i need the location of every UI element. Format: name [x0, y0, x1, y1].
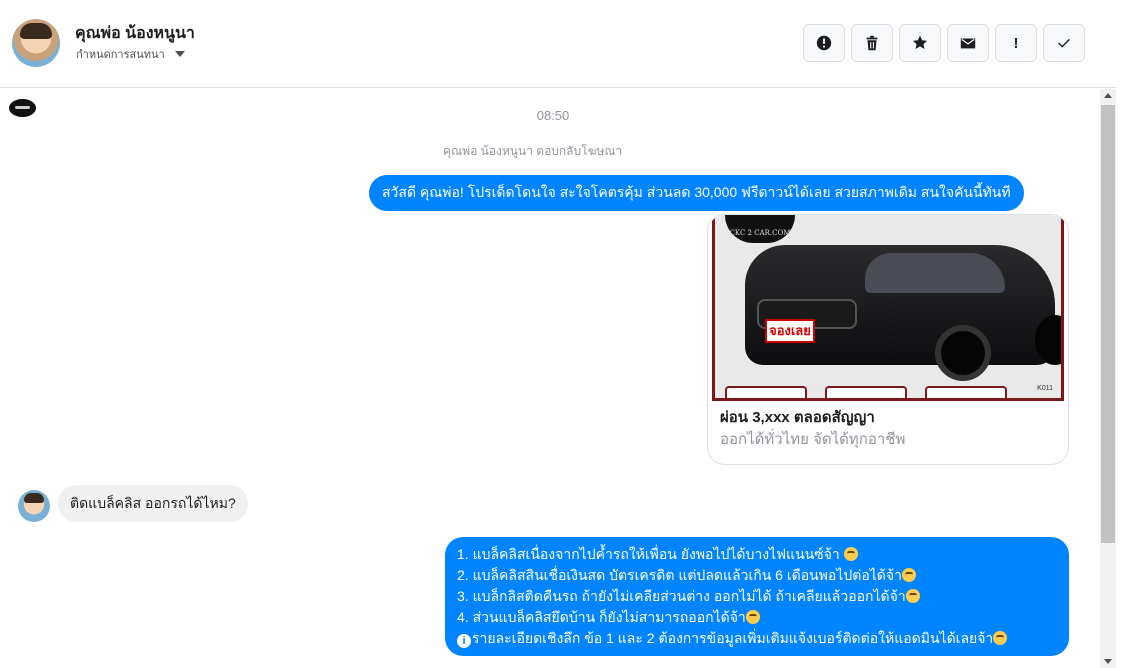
delete-button[interactable] — [851, 24, 893, 62]
thread-scrollbar[interactable] — [1100, 89, 1116, 668]
contact-name[interactable]: คุณพ่อ น้องหนูนา — [75, 21, 195, 46]
list-item: 2. แบล็คลิสสินเชื่อเงินสด บัตรเครดิต แต่… — [457, 565, 1057, 586]
status-label: กำหนดการสนทนา — [76, 49, 165, 61]
report-button[interactable] — [803, 24, 845, 62]
mark-unread-button[interactable] — [947, 24, 989, 62]
star-button[interactable] — [899, 24, 941, 62]
info-icon: i — [457, 634, 471, 648]
trash-icon — [866, 35, 878, 51]
caret-down-icon — [174, 51, 185, 57]
emoji-icon — [843, 547, 858, 561]
contact-avatar-small — [18, 490, 50, 522]
message-thread[interactable]: 08:50 คุณพ่อ น้องหนูนา ตอบกลับโฆษณา สวัส… — [0, 89, 1100, 668]
contact-avatar[interactable] — [12, 19, 60, 67]
car-code: K011 — [1037, 385, 1053, 392]
emoji-icon — [901, 568, 916, 582]
exclamation-icon: ! — [1013, 34, 1019, 52]
scroll-down-icon[interactable] — [1104, 659, 1112, 664]
conversation-header: คุณพ่อ น้องหนูนา กำหนดการสนทนา ! — [0, 0, 1116, 88]
list-item: 1. แบล็คลิสเนื่องจากไปค้ำรถให้เพื่อน ยัง… — [457, 544, 1057, 565]
outgoing-message-list: 1. แบล็คลิสเนื่องจากไปค้ำรถให้เพื่อน ยัง… — [445, 537, 1069, 656]
scroll-up-icon[interactable] — [1104, 93, 1112, 98]
conversation-status-dropdown[interactable]: กำหนดการสนทนา — [76, 45, 185, 63]
scrollbar-thumb[interactable] — [1101, 105, 1115, 543]
header-actions: ! — [803, 24, 1085, 62]
outgoing-message: สวัสดี คุณพ่อ! โปรเด็ดโดนใจ สะใจโคตรคุ้ม… — [369, 175, 1024, 211]
star-icon — [912, 35, 928, 50]
ad-car-image: CKC 2 CAR.COM จองเลย K011 — [712, 215, 1064, 401]
car-illustration — [745, 245, 1061, 381]
right-gutter — [1116, 0, 1129, 668]
car-thumbnails — [725, 386, 1007, 398]
booking-stamp: จองเลย — [765, 319, 815, 343]
list-item: i รายละเอียดเชิงลึก ข้อ 1 และ 2 ต้องการข้… — [457, 628, 1057, 649]
envelope-icon — [960, 38, 976, 49]
list-item: 3. แบล็กลิสติดคืนรถ ถ้ายังไม่เคลียส่วนต่… — [457, 586, 1057, 607]
incoming-message: ติดแบล็คลิส ออกรถได้ไหม? — [58, 485, 248, 522]
alert-circle-icon — [816, 35, 832, 51]
check-icon — [1058, 38, 1070, 48]
message-timestamp: 08:50 — [536, 108, 570, 123]
ad-card-title: ผ่อน 3,xxx ตลอดสัญญา — [720, 409, 875, 426]
ad-card[interactable]: CKC 2 CAR.COM จองเลย K011 ผ่อน 3,xxx ตลอ… — [707, 214, 1069, 465]
spam-button[interactable]: ! — [995, 24, 1037, 62]
emoji-icon — [745, 610, 760, 624]
ad-card-subtitle: ออกได้ทั่วไทย จัดได้ทุกอาชีพ — [720, 431, 906, 448]
mark-done-button[interactable] — [1043, 24, 1085, 62]
ad-reply-note: คุณพ่อ น้องหนูนา ตอบกลับโฆษณา — [443, 144, 623, 158]
dealer-logo: CKC 2 CAR.COM — [725, 215, 795, 243]
list-item: 4. ส่วนแบล็คลิสยึดบ้าน ก็ยังไม่สามารถออก… — [457, 607, 1057, 628]
emoji-icon — [993, 631, 1008, 645]
emoji-icon — [905, 589, 920, 603]
